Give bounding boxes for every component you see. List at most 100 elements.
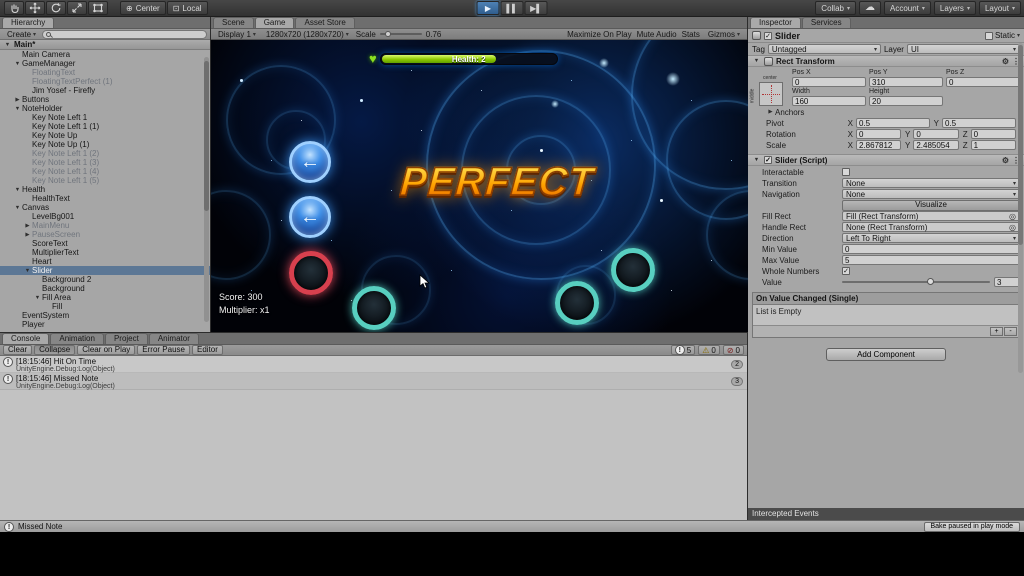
tag-dropdown[interactable]: Untagged ▾ [768, 44, 881, 54]
tab-scene[interactable]: Scene [213, 17, 254, 28]
tab-inspector[interactable]: Inspector [750, 17, 801, 28]
hierarchy-item-key-note-up[interactable]: Key Note Up [0, 131, 210, 140]
hierarchy-item-multipliertext[interactable]: MultiplierText [0, 248, 210, 257]
hierarchy-item-key-note-left-1-2[interactable]: Key Note Left 1 (2) [0, 149, 210, 158]
pivot-y-field[interactable]: 0.5 [942, 118, 1016, 128]
hierarchy-item-floatingtextperfect-1[interactable]: FloatingTextPerfect (1) [0, 77, 210, 86]
hierarchy-item-key-note-left-1-3[interactable]: Key Note Left 1 (3) [0, 158, 210, 167]
tab-project[interactable]: Project [105, 333, 148, 344]
cloud-services-button[interactable]: ☁ [859, 1, 881, 15]
foldout-closed-icon[interactable]: ▶ [13, 97, 22, 103]
tab-console[interactable]: Console [2, 333, 49, 344]
rect-tool-button[interactable] [88, 1, 108, 15]
tab-hierarchy[interactable]: Hierarchy [2, 17, 54, 28]
stats-toggle[interactable]: Stats [682, 30, 700, 39]
anchor-preset-widget[interactable]: center middle [753, 75, 787, 115]
hand-tool-button[interactable] [4, 1, 24, 15]
foldout-open-icon[interactable]: ▼ [3, 42, 12, 48]
slider-script-header[interactable]: ▼ ✓ Slider (Script) ⚙ ⋮ [748, 154, 1024, 166]
rect-transform-header[interactable]: ▼ Rect Transform ⚙ ⋮ [748, 55, 1024, 67]
anchor-preset-box[interactable] [759, 82, 783, 106]
bake-paused-button[interactable]: Bake paused in play mode [924, 522, 1021, 532]
hierarchy-item-slider[interactable]: ▼Slider [0, 266, 210, 275]
hierarchy-item-key-note-left-1-4[interactable]: Key Note Left 1 (4) [0, 167, 210, 176]
error-count-toggle[interactable]: ⊘ 0 [723, 345, 744, 355]
remove-event-button[interactable]: - [1004, 327, 1017, 336]
static-checkbox[interactable] [985, 32, 993, 40]
object-field[interactable]: Fill (Rect Transform)◎ [842, 211, 1020, 221]
pause-button[interactable]: ▌▌ [501, 1, 524, 15]
hierarchy-item-healthtext[interactable]: HealthText [0, 194, 210, 203]
hierarchy-item-mainmenu[interactable]: ▶MainMenu [0, 221, 210, 230]
foldout-open-icon[interactable]: ▼ [752, 157, 761, 163]
step-button[interactable]: ▶▌ [525, 1, 548, 15]
console-log-entry[interactable]: ![18:15:46] Hit On TimeUnityEngine.Debug… [0, 356, 747, 373]
component-enabled-checkbox[interactable]: ✓ [764, 156, 772, 164]
visualize-button[interactable]: Visualize [842, 200, 1020, 211]
note-circle-red[interactable] [289, 251, 333, 295]
inspector-scrollbar[interactable] [1018, 43, 1023, 373]
account-dropdown[interactable]: Account ▾ [884, 1, 931, 15]
hierarchy-item-player[interactable]: Player [0, 320, 210, 329]
note-circle-teal-1[interactable] [352, 286, 396, 330]
hierarchy-item-gamemanager[interactable]: ▼GameManager [0, 59, 210, 68]
rotation-x-field[interactable]: 0 [856, 129, 901, 139]
scene-header-row[interactable]: ▼ Main* [0, 40, 210, 50]
dropdown[interactable]: None▾ [842, 178, 1020, 188]
mute-audio-toggle[interactable]: Mute Audio [637, 30, 677, 39]
object-picker-icon[interactable]: ◎ [1009, 212, 1016, 221]
tab-animation[interactable]: Animation [50, 333, 104, 344]
collapse-toggle[interactable]: Collapse [34, 345, 75, 355]
rotation-y-field[interactable]: 0 [913, 129, 958, 139]
maximize-on-play-toggle[interactable]: Maximize On Play [567, 30, 631, 39]
layer-dropdown[interactable]: UI ▾ [907, 44, 1020, 54]
hierarchy-item-key-note-up-1[interactable]: Key Note Up (1) [0, 140, 210, 149]
rotation-z-field[interactable]: 0 [971, 129, 1016, 139]
scale-tool-button[interactable] [67, 1, 87, 15]
slider-handle[interactable] [927, 278, 934, 285]
error-pause-toggle[interactable]: Error Pause [137, 345, 190, 355]
note-arrow-button-1[interactable]: ← [289, 141, 331, 183]
pivot-x-field[interactable]: 0.5 [856, 118, 930, 128]
width-field[interactable]: 160 [792, 96, 866, 106]
hierarchy-item-buttons[interactable]: ▶Buttons [0, 95, 210, 104]
checkbox[interactable]: ✓ [842, 267, 850, 275]
object-picker-icon[interactable]: ◎ [1009, 223, 1016, 232]
search-input[interactable] [53, 31, 203, 38]
tab-asset-store[interactable]: Asset Store [295, 17, 354, 28]
chevron-down-icon[interactable]: ▾ [1017, 32, 1020, 39]
tab-services[interactable]: Services [802, 17, 851, 28]
play-button[interactable]: ▶ [477, 1, 500, 15]
hierarchy-search[interactable] [42, 30, 207, 39]
hierarchy-item-eventsystem[interactable]: EventSystem [0, 311, 210, 320]
hierarchy-item-floatingtext[interactable]: FloatingText [0, 68, 210, 77]
scale-x-field[interactable]: 2.867812 [856, 140, 901, 150]
hierarchy-item-health[interactable]: ▼Health [0, 185, 210, 194]
layout-dropdown[interactable]: Layout ▾ [979, 1, 1021, 15]
pos-x-field[interactable]: 0 [792, 77, 866, 87]
scrollbar-thumb[interactable] [204, 61, 209, 211]
anchors-row[interactable]: ▶ Anchors [752, 107, 1020, 117]
foldout-open-icon[interactable]: ▼ [13, 61, 22, 67]
gizmos-dropdown[interactable]: Gizmos ▾ [705, 30, 743, 39]
foldout-open-icon[interactable]: ▼ [23, 268, 32, 274]
resolution-dropdown[interactable]: 1280x720 (1280x720) ▾ [263, 30, 352, 39]
value-slider[interactable] [842, 281, 990, 283]
hierarchy-item-background-2[interactable]: Background 2 [0, 275, 210, 284]
dropdown[interactable]: Left To Right▾ [842, 233, 1020, 243]
hierarchy-item-key-note-left-1-1[interactable]: Key Note Left 1 (1) [0, 122, 210, 131]
scale-slider-handle[interactable] [385, 31, 391, 37]
hierarchy-item-jim-yosef-firefly[interactable]: Jim Yosef - Firefly [0, 86, 210, 95]
scale-slider[interactable] [380, 33, 422, 35]
object-field[interactable]: None (Rect Transform)◎ [842, 222, 1020, 232]
hierarchy-item-heart[interactable]: Heart [0, 257, 210, 266]
hierarchy-item-key-note-left-1[interactable]: Key Note Left 1 [0, 113, 210, 122]
foldout-open-icon[interactable]: ▼ [13, 187, 22, 193]
clear-button[interactable]: Clear [3, 345, 32, 355]
layers-dropdown[interactable]: Layers ▾ [934, 1, 976, 15]
hierarchy-item-fill[interactable]: Fill [0, 302, 210, 311]
checkbox[interactable] [842, 168, 850, 176]
pivot-local-button[interactable]: ⊡ Local [167, 1, 208, 15]
tab-game[interactable]: Game [255, 17, 295, 28]
gear-icon[interactable]: ⚙ [1002, 57, 1009, 66]
